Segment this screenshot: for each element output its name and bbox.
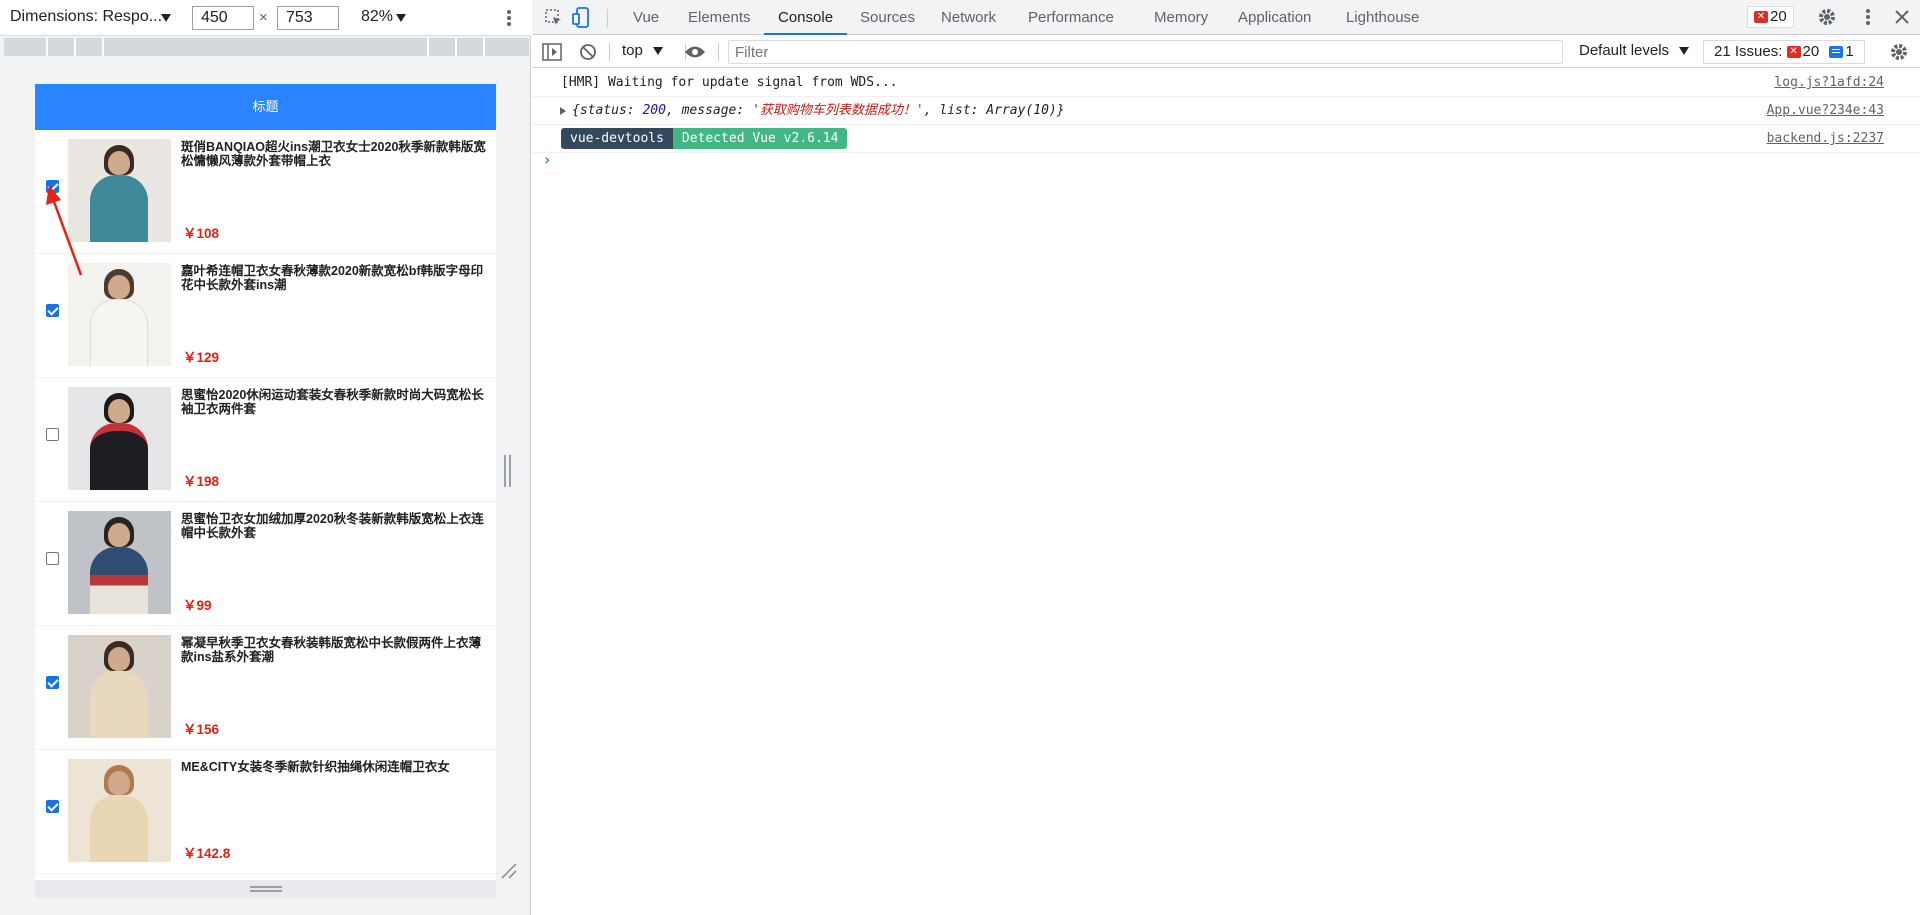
item-title: 嘉叶希连帽卫衣女春秋薄款2020新款宽松bf韩版字母印花中长款外套ins潮 (181, 264, 484, 292)
cart-item: 思蜜怡卫衣女加绒加厚2020秋冬装新款韩版宽松上衣连帽中长款外套 ￥99 (35, 502, 496, 626)
device-toolbar: Dimensions: Respo... × 82% (0, 0, 531, 36)
message-text: [HMR] Waiting for update signal from WDS… (561, 75, 898, 90)
item-price: ￥99 (183, 598, 212, 613)
zoom-select[interactable]: 82% (361, 8, 413, 28)
inspect-element-icon[interactable] (544, 8, 564, 28)
tab-application[interactable]: Application (1224, 0, 1325, 35)
product-image (68, 635, 171, 738)
item-price: ￥198 (183, 474, 220, 489)
item-title: ME&CITY女装冬季新款针织抽绳休闲连帽卫衣女 (181, 760, 450, 774)
issues-label: 21 Issues: (1714, 43, 1783, 60)
devtools-panel: Vue Elements Console Sources Network Per… (532, 0, 1920, 915)
error-icon: ✕ (1786, 46, 1801, 59)
chevron-down-icon (653, 47, 664, 56)
device-emulation-pane: Dimensions: Respo... × 82% 标题 斑俏BAN (0, 0, 531, 915)
console-prompt[interactable]: › (544, 150, 550, 169)
item-checkbox[interactable] (46, 304, 59, 317)
height-input[interactable] (277, 6, 339, 30)
chevron-down-icon (161, 14, 171, 22)
annotation-arrow (46, 185, 83, 276)
tab-console[interactable]: Console (764, 0, 848, 35)
close-icon[interactable] (1895, 10, 1909, 24)
message-source-link[interactable]: log.js?1afd:24 (1774, 69, 1884, 97)
issues-info-count: 1 (1845, 43, 1854, 60)
cart-item: 嘉叶希连帽卫衣女春秋薄款2020新款宽松bf韩版字母印花中长款外套ins潮 ￥1… (35, 254, 496, 378)
error-icon: ✕ (1754, 11, 1768, 24)
issues-error-count: 20 (1802, 43, 1820, 60)
devtools-tab-bar: Vue Elements Console Sources Network Per… (532, 0, 1920, 35)
nav-bar-title: 标题 (35, 84, 496, 130)
item-checkbox[interactable] (46, 428, 59, 441)
console-message: {status: 200, message: '获取购物车列表数据成功！', l… (532, 97, 1920, 125)
message-source-link[interactable]: backend.js:2237 (1767, 125, 1884, 153)
tab-vue[interactable]: Vue (619, 0, 673, 35)
console-message: vue-devtools Detected Vue v2.6.14 backend… (532, 125, 1920, 153)
device-toggle-icon[interactable] (572, 7, 592, 29)
dimensions-select[interactable]: Dimensions: Respo... (10, 8, 171, 28)
issues-button[interactable]: 21 Issues: ✕ 20 1 (1703, 40, 1865, 64)
cart-item: 斑俏BANQIAO超火ins潮卫衣女士2020秋季新款韩版宽松慵懒风薄款外套带帽… (35, 130, 496, 254)
info-message-icon (1829, 46, 1844, 59)
filter-input[interactable] (728, 40, 1563, 64)
dimensions-label: Dimensions: Respo... (10, 8, 163, 25)
more-options-icon[interactable] (503, 8, 515, 28)
console-message: [HMR] Waiting for update signal from WDS… (532, 69, 1920, 97)
item-price: ￥142.8 (183, 846, 231, 861)
media-query-ruler[interactable] (4, 38, 529, 56)
item-title: 幂凝早秋季卫衣女春秋装韩版宽松中长款假两件上衣薄款ins盐系外套潮 (181, 636, 482, 664)
product-image (68, 511, 171, 614)
cart-item: 幂凝早秋季卫衣女春秋装韩版宽松中长款假两件上衣薄款ins盐系外套潮 ￥156 (35, 626, 496, 750)
log-levels-label: Default levels (1579, 42, 1670, 59)
item-title: 思蜜怡卫衣女加绒加厚2020秋冬装新款韩版宽松上衣连帽中长款外套 (181, 512, 484, 540)
item-price: ￥108 (183, 226, 220, 241)
times-symbol: × (259, 9, 268, 26)
tab-performance[interactable]: Performance (1014, 0, 1128, 35)
resize-corner-icon[interactable] (500, 862, 518, 880)
tab-memory[interactable]: Memory (1140, 0, 1222, 35)
context-label: top (622, 42, 643, 59)
item-price: ￥129 (183, 350, 220, 365)
vue-devtools-badge: vue-devtools Detected Vue v2.6.14 (561, 125, 848, 153)
item-title: 斑俏BANQIAO超火ins潮卫衣女士2020秋季新款韩版宽松慵懒风薄款外套带帽… (181, 140, 486, 168)
product-image (68, 759, 171, 862)
more-options-icon[interactable] (1862, 8, 1874, 28)
item-title: 思蜜怡2020休闲运动套装女春秋季新款时尚大码宽松长袖卫衣两件套 (181, 388, 484, 416)
tab-lighthouse[interactable]: Lighthouse (1332, 0, 1433, 35)
context-select[interactable]: top (622, 42, 664, 59)
item-checkbox[interactable] (46, 676, 59, 689)
tab-network[interactable]: Network (927, 0, 1010, 35)
expand-triangle-icon[interactable] (560, 107, 566, 115)
console-settings-gear-icon[interactable] (1889, 42, 1909, 62)
resize-handle-bottom[interactable] (35, 880, 496, 898)
clear-console-icon[interactable] (579, 43, 597, 61)
message-object[interactable]: {status: 200, message: '获取购物车列表数据成功！', l… (572, 97, 1065, 125)
cart-item: ME&CITY女装冬季新款针织抽绳休闲连帽卫衣女 ￥142.8 (35, 750, 496, 874)
error-counter[interactable]: ✕ 20 (1747, 6, 1794, 28)
product-image (68, 387, 171, 490)
tab-sources[interactable]: Sources (846, 0, 929, 35)
message-source-link[interactable]: App.vue?234e:43 (1767, 97, 1884, 125)
chevron-down-icon (1679, 47, 1690, 56)
chevron-down-icon (396, 14, 406, 22)
cart-item: 思蜜怡2020休闲运动套装女春秋季新款时尚大码宽松长袖卫衣两件套 ￥198 (35, 378, 496, 502)
live-expression-eye-icon[interactable] (684, 45, 706, 59)
sidebar-toggle-icon[interactable] (542, 43, 562, 61)
log-levels-select[interactable]: Default levels (1579, 42, 1690, 59)
item-checkbox[interactable] (46, 552, 59, 565)
error-count: 20 (1770, 8, 1787, 25)
tab-elements[interactable]: Elements (674, 0, 765, 35)
emulated-viewport: 标题 斑俏BANQIAO超火ins潮卫衣女士2020秋季新款韩版宽松慵懒风薄款外… (35, 84, 496, 880)
width-input[interactable] (192, 6, 254, 30)
resize-handle-right[interactable] (504, 455, 512, 487)
zoom-label: 82% (361, 8, 394, 25)
item-checkbox[interactable] (46, 800, 59, 813)
settings-gear-icon[interactable] (1817, 7, 1837, 27)
console-toolbar: top Default levels 21 Issues: ✕20 1 (532, 36, 1920, 68)
item-price: ￥156 (183, 722, 220, 737)
